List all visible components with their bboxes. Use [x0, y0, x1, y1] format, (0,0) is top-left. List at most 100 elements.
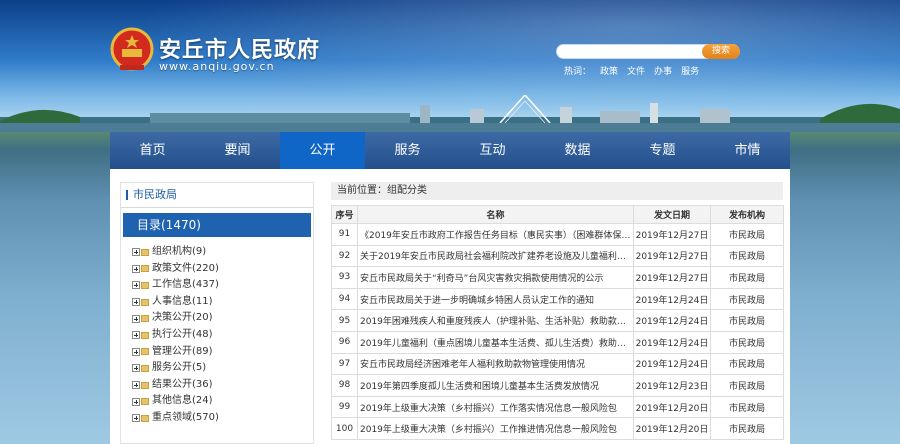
tree-item-label: 工作信息(437) — [152, 279, 219, 291]
column-header-name: 名称 — [357, 205, 634, 224]
row-index: 95 — [331, 309, 358, 332]
row-index: 93 — [331, 266, 358, 289]
tree-item-organization[interactable]: 组织机构(9) — [121, 244, 313, 261]
row-date: 2019年12月24日 — [633, 352, 711, 376]
catalog-header[interactable]: 目录(1470) — [123, 213, 311, 237]
city-skyline-banner — [0, 95, 900, 132]
search-input[interactable] — [563, 45, 703, 58]
sidebar: 市民政局 目录(1470) 组织机构(9) 政策文件(220) 工作信息(437… — [120, 182, 314, 444]
row-title-link[interactable]: 安丘市民政局关于进一步明确城乡特困人员认定工作的通知 — [357, 287, 634, 311]
row-publisher: 市民政局 — [710, 244, 784, 268]
nav-item-home[interactable]: 首页 — [110, 132, 195, 169]
nav-item-interaction[interactable]: 互动 — [450, 132, 535, 169]
tree-item-service-disclosure[interactable]: 服务公开(5) — [121, 360, 313, 377]
row-index: 97 — [331, 352, 358, 376]
table-row: 94 安丘市民政局关于进一步明确城乡特困人员认定工作的通知 2019年12月24日市… — [331, 287, 784, 311]
row-publisher: 市民政局 — [710, 287, 784, 311]
tree-item-management-disclosure[interactable]: 管理公开(89) — [121, 344, 313, 361]
tree-item-decision-disclosure[interactable]: 决策公开(20) — [121, 310, 313, 327]
row-publisher: 市民政局 — [710, 395, 784, 419]
tree-item-key-areas[interactable]: 重点领域(570) — [121, 410, 313, 427]
national-emblem-icon — [110, 27, 154, 71]
table-row: 100 2019年上级重大决策（乡村振兴）工作推进情况信息一般风险包 2019年12… — [331, 417, 784, 440]
tree-item-result-disclosure[interactable]: 结果公开(36) — [121, 377, 313, 394]
tree-item-personnel-info[interactable]: 人事信息(11) — [121, 294, 313, 311]
folder-icon — [141, 265, 149, 273]
row-title-link[interactable]: 安丘市民政局经济困难老年人福利救助款物管理使用情况 — [357, 352, 634, 376]
row-title-link[interactable]: 安丘市民政局关于“利奇马”台风灾害救灾捐款使用情况的公示 — [357, 266, 634, 289]
nav-item-service[interactable]: 服务 — [365, 132, 450, 169]
tree-item-work-info[interactable]: 工作信息(437) — [121, 277, 313, 294]
expand-icon[interactable] — [132, 314, 140, 323]
hotword-link[interactable]: 文件 — [627, 67, 645, 77]
folder-icon — [141, 398, 149, 406]
row-title-link[interactable]: 2019年上级重大决策（乡村振兴）工作落实情况信息一般风险包 — [357, 395, 634, 419]
row-publisher: 市民政局 — [710, 374, 784, 397]
folder-icon — [141, 248, 149, 256]
breadcrumb: 当前位置：组配分类 — [331, 182, 783, 200]
row-publisher: 市民政局 — [710, 330, 784, 354]
search-button[interactable]: 搜索 — [702, 44, 740, 59]
hotword-link[interactable]: 办事 — [654, 67, 672, 77]
tree-item-label: 重点领域(570) — [152, 411, 219, 423]
expand-icon[interactable] — [132, 298, 140, 307]
row-publisher: 市民政局 — [710, 266, 784, 289]
row-index: 96 — [331, 330, 358, 354]
row-index: 98 — [331, 374, 358, 397]
expand-icon[interactable] — [132, 331, 140, 340]
row-title-link[interactable]: 2019年儿童福利（重点困境儿童基本生活费、孤儿生活费）救助款物管理使用情况 — [357, 330, 634, 354]
hotword-link[interactable]: 政策 — [600, 67, 618, 77]
nav-item-news[interactable]: 要闻 — [195, 132, 280, 169]
row-title-link[interactable]: 关于2019年安丘市民政局社会福利院改扩建养老设施及儿童福利设施设备购置项... — [357, 244, 634, 268]
table-row: 98 2019年第四季度孤儿生活费和困境儿童基本生活费发放情况 2019年12月23… — [331, 374, 784, 397]
row-date: 2019年12月20日 — [633, 417, 711, 440]
tree-item-label: 政策文件(220) — [152, 262, 219, 274]
folder-icon — [141, 364, 149, 372]
expand-icon[interactable] — [132, 397, 140, 406]
tree-item-policy-documents[interactable]: 政策文件(220) — [121, 261, 313, 278]
document-table: 序号 名称 发文日期 发布机构 91 《2019年安丘市政府工作报告任务目标（惠民… — [331, 205, 784, 440]
row-publisher: 市民政局 — [710, 352, 784, 376]
row-index: 92 — [331, 244, 358, 268]
table-row: 97 安丘市民政局经济困难老年人福利救助款物管理使用情况 2019年12月24日 市民… — [331, 352, 784, 376]
expand-icon[interactable] — [132, 264, 140, 273]
site-header: 安丘市人民政府 www.anqiu.gov.cn 搜索 热词： 政策 文件 办事 服务 — [0, 0, 900, 132]
row-title-link[interactable]: 《2019年安丘市政府工作报告任务目标（惠民实事）（困难群体保障救助--待困..… — [357, 223, 634, 246]
hotwords: 热词： 政策 文件 办事 服务 — [564, 64, 708, 77]
expand-icon[interactable] — [132, 347, 140, 356]
expand-icon[interactable] — [132, 248, 140, 257]
row-date: 2019年12月23日 — [633, 374, 711, 397]
tree-item-execution-disclosure[interactable]: 执行公开(48) — [121, 327, 313, 344]
hotwords-label: 热词： — [564, 67, 592, 77]
nav-item-data[interactable]: 数据 — [535, 132, 620, 169]
table-row: 91《2019年安丘市政府工作报告任务目标（惠民实事）（困难群体保障救助--待困… — [331, 223, 784, 246]
expand-icon[interactable] — [132, 281, 140, 290]
expand-icon[interactable] — [132, 364, 140, 373]
nav-item-public[interactable]: 公开 — [280, 132, 365, 169]
column-header-date: 发文日期 — [633, 205, 711, 224]
nav-item-topics[interactable]: 专题 — [620, 132, 705, 169]
row-date: 2019年12月27日 — [633, 244, 711, 268]
expand-icon[interactable] — [132, 381, 140, 390]
row-date: 2019年12月24日 — [633, 309, 711, 332]
row-publisher: 市民政局 — [710, 223, 784, 246]
row-title-link[interactable]: 2019年第四季度孤儿生活费和困境儿童基本生活费发放情况 — [357, 374, 634, 397]
nav-item-city-info[interactable]: 市情 — [705, 132, 790, 169]
main-nav: 首页 要闻 公开 服务 互动 数据 专题 市情 — [110, 132, 790, 169]
table-header-row: 序号 名称 发文日期 发布机构 — [331, 205, 784, 224]
tree-item-label: 管理公开(89) — [152, 345, 213, 357]
tree-item-label: 结果公开(36) — [152, 378, 213, 390]
hotword-link[interactable]: 服务 — [681, 67, 699, 77]
tree-item-other-info[interactable]: 其他信息(24) — [121, 393, 313, 410]
search-box: 搜索 — [556, 44, 740, 59]
sidebar-title: 市民政局 — [121, 183, 313, 208]
expand-icon[interactable] — [132, 414, 140, 423]
column-header-publisher: 发布机构 — [710, 205, 784, 224]
folder-icon — [141, 331, 149, 339]
row-title-link[interactable]: 2019年困难残疾人和重度残疾人（护理补贴、生活补贴）救助款物管理使用情况 — [357, 309, 634, 332]
row-publisher: 市民政局 — [710, 417, 784, 440]
folder-icon — [141, 281, 149, 289]
row-title-link[interactable]: 2019年上级重大决策（乡村振兴）工作推进情况信息一般风险包 — [357, 417, 634, 440]
folder-icon — [141, 315, 149, 323]
row-date: 2019年12月27日 — [633, 266, 711, 289]
